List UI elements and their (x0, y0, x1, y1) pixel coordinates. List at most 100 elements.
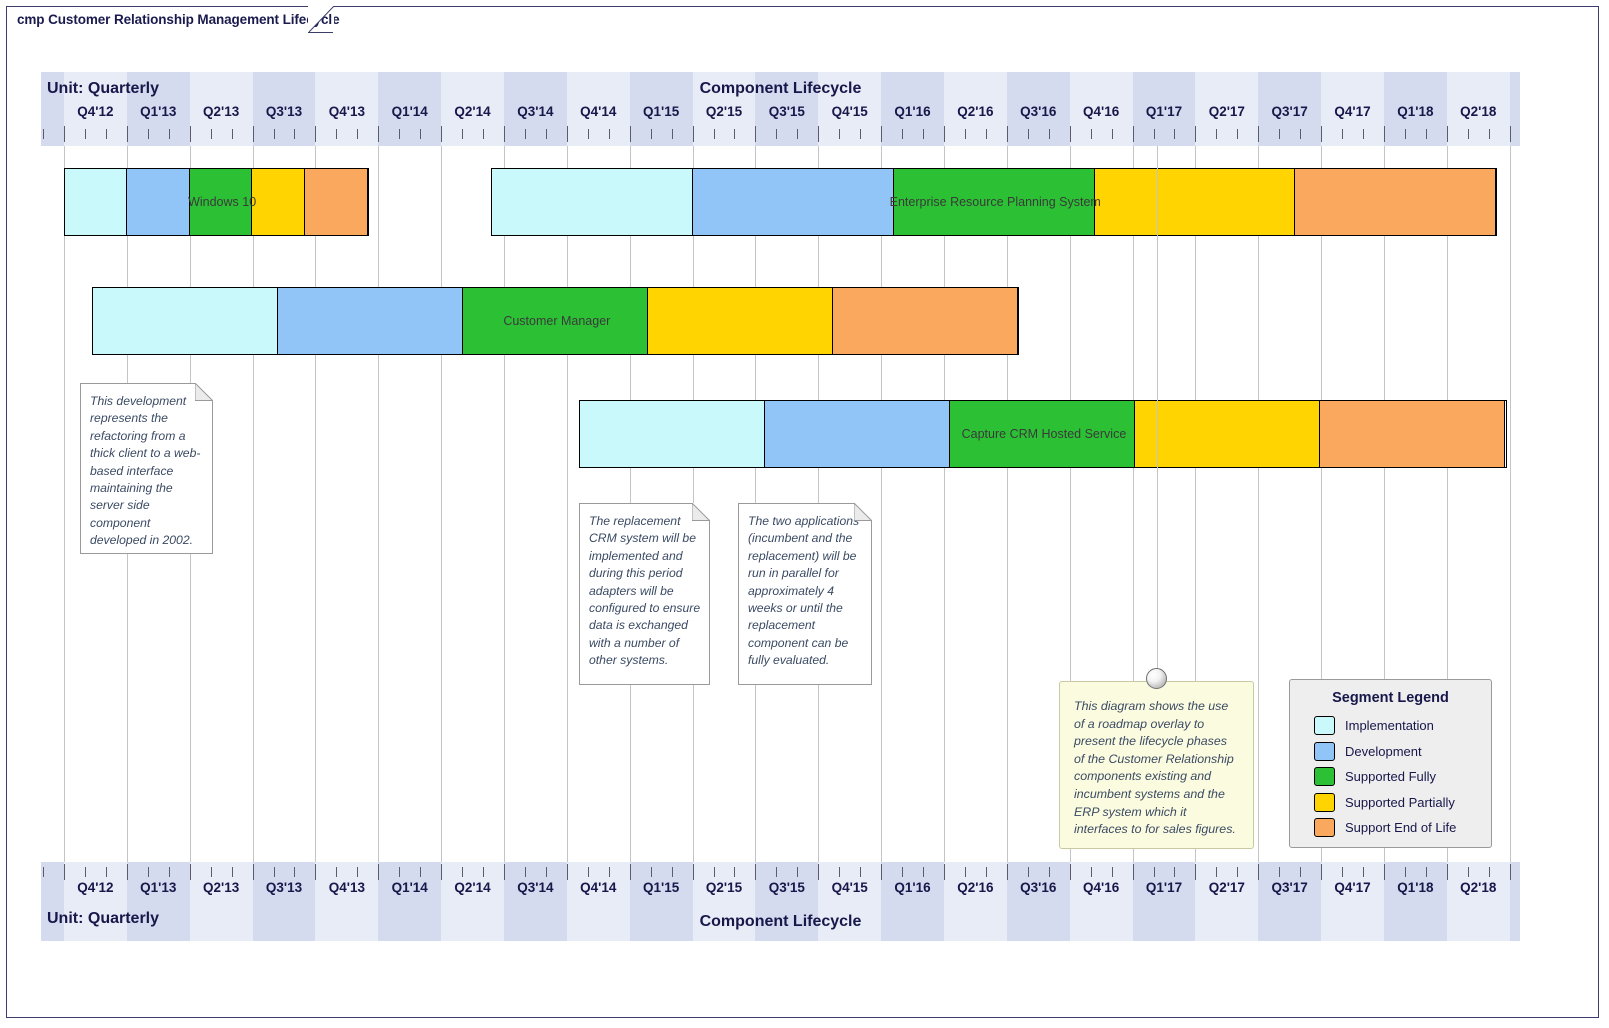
note-fold-icon (195, 383, 213, 401)
axis-tick-minor (985, 129, 987, 139)
lifecycle-segment-supported-partially[interactable] (1094, 169, 1296, 235)
axis-tick-minor (231, 129, 233, 139)
axis-tick-label: Q2'14 (454, 104, 491, 119)
axis-tick-major (64, 126, 65, 142)
legend-item[interactable]: Development (1290, 739, 1491, 765)
sticky-note-roadmap[interactable]: This diagram shows the use of a roadmap … (1059, 681, 1254, 849)
lifecycle-segment-implementation[interactable] (93, 288, 279, 354)
timeline-axis-bottom: Q4'12 Q1'13 Q2'13 Q3'13 Q4'13 Q1'14 Q2'14 Q3'14… (41, 862, 1520, 941)
axis-tick-label: Q3'14 (517, 880, 554, 895)
lifecycle-segment-implementation[interactable] (492, 169, 694, 235)
timeline-axis-top: Unit: Quarterly Component Lifecycle Q4'1… (41, 72, 1520, 146)
note-text: This development represents the refactor… (90, 394, 201, 548)
note-refactoring[interactable]: This development represents the refactor… (80, 383, 213, 554)
axis-tick-major (441, 126, 443, 142)
axis-tick-label: Q2'17 (1208, 880, 1245, 895)
lifecycle-segment-implementation[interactable] (580, 401, 766, 467)
lifecycle-segment-supported-fully[interactable] (950, 401, 1136, 467)
lifecycle-segment-supported-partially[interactable] (648, 288, 834, 354)
axis-tick-minor (84, 129, 86, 139)
lifecycle-segment-supported-partially[interactable] (252, 169, 306, 235)
axis-tick-minor (420, 129, 422, 139)
axis-tick-major (441, 864, 443, 880)
axis-tick-label: Q3'14 (517, 104, 554, 119)
lifecycle-bar[interactable]: Capture CRM Hosted Service (579, 400, 1507, 468)
axis-tick-minor (483, 129, 485, 139)
axis-tick-minor (608, 129, 610, 139)
axis-tick-minor (399, 867, 401, 877)
axis-tick-minor (1237, 129, 1239, 139)
lifecycle-segment-supported-partially[interactable] (1135, 401, 1321, 467)
axis-tick-minor (1488, 867, 1490, 877)
sticky-note-pin-icon[interactable] (1146, 668, 1167, 689)
axis-tick-minor (1279, 129, 1281, 139)
axis-tick-label: Q1'18 (1397, 880, 1434, 895)
lifecycle-segment-supported-fully[interactable] (463, 288, 649, 354)
lifecycle-bar[interactable]: Customer Manager (92, 287, 1020, 355)
axis-tick-minor (105, 867, 107, 877)
lifecycle-bar[interactable]: Windows 10 (64, 168, 369, 236)
axis-tick-minor (902, 867, 904, 877)
note-top-edge (739, 503, 854, 504)
legend-item[interactable]: Implementation (1290, 713, 1491, 739)
lifecycle-segment-development[interactable] (765, 401, 951, 467)
axis-tick-minor (1467, 129, 1469, 139)
lifecycle-segment-support-end-of-life[interactable] (1320, 401, 1506, 467)
axis-tick-minor (545, 129, 547, 139)
axis-tick-major (881, 126, 883, 142)
axis-tick-label: Q4'13 (328, 880, 365, 895)
axis-tick-major (692, 864, 694, 880)
lifecycle-segment-support-end-of-life[interactable] (833, 288, 1019, 354)
axis-tick-major (1195, 864, 1197, 880)
axis-tick-major (1383, 864, 1385, 880)
axis-tick-label: Q4'12 (77, 104, 114, 119)
axis-tick-label: Q1'17 (1145, 880, 1183, 895)
axis-tick-label: Q4'12 (77, 880, 114, 895)
axis-tick-label: Q2'13 (203, 104, 240, 119)
axis-tick-minor (902, 129, 904, 139)
pin-leader-line (1157, 146, 1158, 676)
axis-tick-minor (1488, 129, 1490, 139)
lifecycle-segment-supported-fully[interactable] (893, 169, 1095, 235)
legend-item-label: Supported Partially (1345, 794, 1455, 810)
axis-tick-major (315, 126, 317, 142)
legend-item[interactable]: Supported Partially (1290, 790, 1491, 816)
axis-tick-major (1132, 864, 1134, 880)
axis-tick-major (1509, 126, 1511, 142)
lifecycle-segment-support-end-of-life[interactable] (305, 169, 368, 235)
axis-tick-major (126, 126, 128, 142)
lifecycle-bar[interactable]: Enterprise Resource Planning System (491, 168, 1498, 236)
axis-tick-minor (1425, 867, 1427, 877)
axis-tick-minor (587, 129, 589, 139)
note-parallel-run[interactable]: The two applications (incumbent and the … (738, 503, 872, 685)
axis-tick-label: Q1'16 (894, 104, 931, 119)
axis-tick-minor (1363, 129, 1365, 139)
lifecycle-segment-development[interactable] (278, 288, 464, 354)
axis-tick-minor (420, 867, 422, 877)
axis-tick-label: Q2'15 (705, 104, 743, 119)
axis-tick-minor (210, 129, 212, 139)
timeline-gridline (943, 146, 945, 862)
legend-item[interactable]: Supported Fully (1290, 764, 1491, 790)
lifecycle-segment-implementation[interactable] (65, 169, 128, 235)
axis-tick-major (1258, 864, 1260, 880)
timeline-gridline (881, 146, 883, 862)
lifecycle-segment-development[interactable] (127, 169, 190, 235)
lifecycle-segment-development[interactable] (693, 169, 894, 235)
axis-tick-label: Q2'16 (957, 104, 994, 119)
legend-item[interactable]: Support End of Life (1290, 815, 1491, 841)
axis-tick-minor (734, 129, 736, 139)
note-replacement-crm[interactable]: The replacement CRM system will be imple… (579, 503, 710, 685)
axis-tick-minor (1279, 867, 1281, 877)
axis-tick-minor (1404, 129, 1406, 139)
axis-tick-major (64, 864, 65, 880)
axis-title-top: Component Lifecycle (699, 80, 862, 97)
axis-tick-label: Q2'13 (203, 880, 240, 895)
lifecycle-segment-support-end-of-life[interactable] (1295, 169, 1497, 235)
note-top-edge (580, 503, 692, 504)
axis-tick-minor (1342, 129, 1344, 139)
lifecycle-segment-supported-fully[interactable] (189, 169, 253, 235)
axis-tick-minor (1048, 867, 1050, 877)
note-right-edge (871, 520, 872, 684)
axis-tick-major (378, 864, 380, 880)
